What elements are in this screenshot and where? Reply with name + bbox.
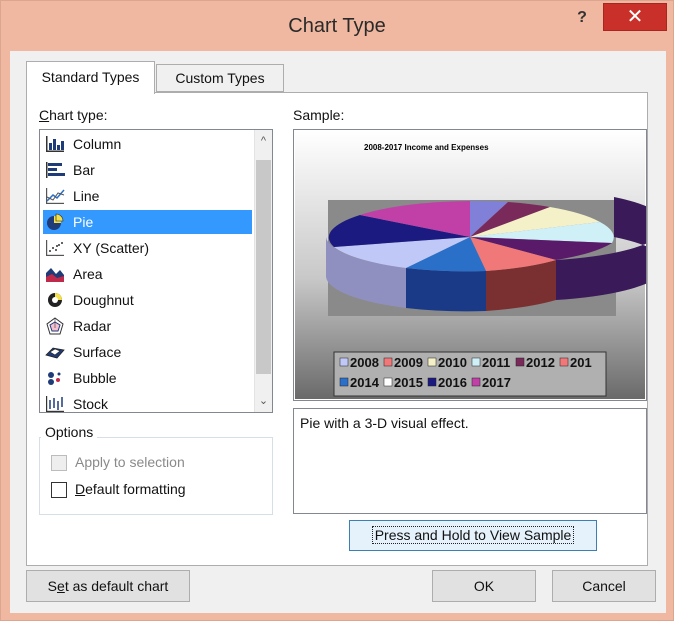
list-item-label: Bar [73, 162, 95, 178]
list-item-stock[interactable]: Stock [43, 392, 252, 412]
pie-chart-icon [47, 213, 64, 230]
list-item-xy-scatter[interactable]: XY (Scatter) [43, 236, 252, 260]
set-as-default-chart-button[interactable]: Set as default chart [26, 570, 190, 602]
apply-to-selection-label: Apply to selection [75, 454, 185, 470]
list-item-label: Surface [73, 344, 122, 360]
list-item-radar[interactable]: Radar [43, 314, 252, 338]
radar-chart-icon [46, 317, 64, 335]
list-item-label: Column [73, 136, 122, 152]
list-item-surface[interactable]: Surface [43, 340, 252, 364]
doughnut-chart-icon [48, 293, 62, 307]
chart-type-label: Chart type: [39, 107, 108, 123]
legend-swatch [515, 357, 525, 367]
list-item-column[interactable]: Column [43, 132, 252, 156]
line-chart-icon [46, 188, 65, 204]
stock-chart-icon [46, 396, 64, 412]
tab-standard-types[interactable]: Standard Types [26, 61, 155, 94]
default-formatting-checkbox[interactable] [51, 482, 67, 498]
legend-entry: 2014 [350, 375, 380, 390]
press-and-hold-label: Press and Hold to View Sample [371, 526, 575, 544]
help-button[interactable]: ? [568, 7, 596, 29]
ok-button[interactable]: OK [432, 570, 536, 602]
sample-label: Sample: [293, 107, 345, 123]
chart-type-list[interactable]: Column Bar Line Pie XY (Scatter) Area Do… [39, 129, 273, 413]
legend-entry: 201 [570, 355, 592, 370]
chart-description-box: Pie with a 3-D visual effect. [293, 408, 647, 514]
list-item-label: Stock [73, 396, 109, 412]
list-item-label: Radar [73, 318, 112, 334]
list-item-label: Bubble [73, 370, 117, 386]
list-item-area[interactable]: Area [43, 262, 252, 286]
legend-swatch [383, 377, 393, 387]
standard-types-panel: Chart type: Column Bar Line Pie XY (Scat… [26, 92, 648, 566]
legend-entry: 2017 [482, 375, 511, 390]
chart-type-dialog: Chart Type ? ✕ Standard Types Custom Typ… [0, 0, 674, 621]
scroll-up-icon[interactable]: ^ [255, 132, 272, 150]
options-legend: Options [41, 424, 98, 440]
surface-chart-icon [45, 347, 65, 359]
chart-description-text: Pie with a 3-D visual effect. [300, 415, 469, 431]
area-chart-icon [46, 268, 64, 282]
list-item-pie[interactable]: Pie [43, 210, 252, 234]
column-chart-icon [46, 136, 64, 152]
bubble-chart-icon [48, 372, 61, 385]
legend-swatch [559, 357, 569, 367]
chart-type-scrollbar[interactable]: ^ ⌄ [254, 130, 272, 412]
default-formatting-label: Default formatting [75, 481, 186, 497]
bar-chart-icon [46, 162, 65, 178]
scatter-chart-icon [46, 240, 64, 256]
sample-chart-title: 2008-2017 Income and Expenses [364, 143, 489, 152]
legend-swatch [383, 357, 393, 367]
list-item-label: Pie [73, 214, 94, 230]
list-item-label: Doughnut [73, 292, 134, 308]
legend-entry: 2009 [394, 355, 423, 370]
list-item-label: Line [73, 188, 100, 204]
list-item-line[interactable]: Line [43, 184, 252, 208]
legend-entry: 2015 [394, 375, 423, 390]
legend-entry: 2008 [350, 355, 379, 370]
scrollbar-thumb[interactable] [256, 160, 271, 374]
legend-swatch [339, 357, 349, 367]
legend-swatch [427, 377, 437, 387]
sample-chart: 2008-2017 Income and Expenses 2008 2009 … [295, 131, 646, 399]
list-item-bar[interactable]: Bar [43, 158, 252, 182]
list-item-label: XY (Scatter) [73, 240, 149, 256]
list-item-label: Area [73, 266, 103, 282]
options-group [39, 437, 273, 515]
legend-entry: 2010 [438, 355, 467, 370]
cancel-button[interactable]: Cancel [552, 570, 656, 602]
scroll-down-icon[interactable]: ⌄ [255, 392, 272, 410]
legend-entry: 2011 [482, 355, 510, 370]
list-item-doughnut[interactable]: Doughnut [43, 288, 252, 312]
dialog-client-area: Standard Types Custom Types Chart type: … [10, 51, 666, 613]
legend-swatch [471, 377, 481, 387]
sample-preview: 2008-2017 Income and Expenses 2008 2009 … [293, 129, 647, 401]
legend-swatch [427, 357, 437, 367]
title-bar: Chart Type ? ✕ [1, 1, 673, 51]
list-item-bubble[interactable]: Bubble [43, 366, 252, 390]
apply-to-selection-checkbox[interactable] [51, 455, 67, 471]
press-and-hold-to-view-sample-button[interactable]: Press and Hold to View Sample [349, 520, 597, 551]
legend-swatch [471, 357, 481, 367]
close-button[interactable]: ✕ [603, 3, 667, 31]
legend-entry: 2012 [526, 355, 555, 370]
tab-custom-types[interactable]: Custom Types [156, 64, 284, 92]
legend-swatch [339, 377, 349, 387]
legend-entry: 2016 [438, 375, 467, 390]
